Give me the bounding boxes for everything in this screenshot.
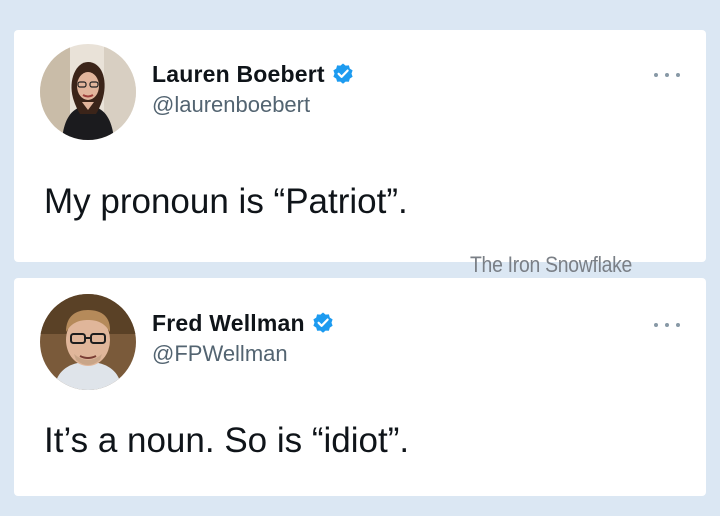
profile-photo-man [40, 294, 136, 390]
more-options-icon[interactable] [654, 320, 680, 330]
handle[interactable]: @laurenboebert [152, 92, 355, 118]
avatar[interactable] [40, 294, 136, 390]
display-name[interactable]: Lauren Boebert [152, 61, 325, 88]
handle[interactable]: @FPWellman [152, 341, 335, 367]
tweet-text: It’s a noun. So is “idiot”. [44, 421, 410, 460]
tweet-author: Lauren Boebert @laurenboebert [152, 60, 355, 118]
tweet-author: Fred Wellman @FPWellman [152, 309, 335, 367]
verified-badge-icon [311, 311, 335, 335]
tweet-text: My pronoun is “Patriot”. [44, 182, 408, 221]
profile-photo-woman [40, 44, 136, 140]
more-options-icon[interactable] [654, 70, 680, 80]
tweet-card-1[interactable]: Lauren Boebert @laurenboebert My pronoun… [14, 30, 706, 262]
watermark-text: The Iron Snowflake [470, 252, 633, 277]
display-name[interactable]: Fred Wellman [152, 310, 305, 337]
tweet-card-2[interactable]: Fred Wellman @FPWellman It’s a noun. So … [14, 278, 706, 496]
verified-badge-icon [331, 62, 355, 86]
avatar[interactable] [40, 44, 136, 140]
